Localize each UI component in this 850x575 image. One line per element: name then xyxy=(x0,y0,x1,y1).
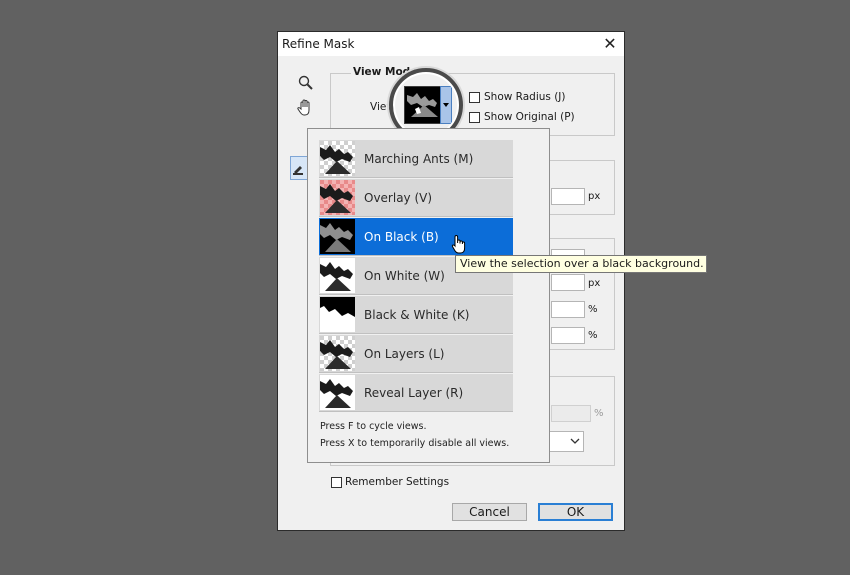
view-item-label: On White (W) xyxy=(364,269,445,283)
show-radius-checkbox[interactable] xyxy=(469,92,480,103)
cancel-button[interactable]: Cancel xyxy=(452,503,527,521)
tooltip: View the selection over a black backgrou… xyxy=(455,255,707,273)
shift-edge-unit: % xyxy=(588,330,598,341)
hand-pointer-cursor-icon xyxy=(450,234,468,256)
zoom-icon[interactable] xyxy=(297,74,315,92)
view-mode-list: Marching Ants (M) Overlay (V) On Black (… xyxy=(319,140,513,413)
view-item-label: Overlay (V) xyxy=(364,191,433,205)
contrast-unit: % xyxy=(588,304,598,315)
view-item-marching-ants[interactable]: Marching Ants (M) xyxy=(319,140,513,178)
view-item-overlay[interactable]: Overlay (V) xyxy=(319,179,513,217)
on-black-thumb-icon xyxy=(320,219,355,254)
overlay-thumb-icon xyxy=(320,180,355,215)
view-item-reveal-layer[interactable]: Reveal Layer (R) xyxy=(319,374,513,412)
view-item-on-layers[interactable]: On Layers (L) xyxy=(319,335,513,373)
marching-ants-thumb-icon xyxy=(320,141,355,176)
feather-unit: px xyxy=(588,278,601,289)
dialog-title: Refine Mask xyxy=(282,37,355,51)
hint-disable-views: Press X to temporarily disable all views… xyxy=(320,438,510,449)
title-bar[interactable]: Refine Mask ✕ xyxy=(278,32,624,56)
view-item-label: Marching Ants (M) xyxy=(364,152,474,166)
view-item-label: On Black (B) xyxy=(364,230,439,244)
on-white-thumb-icon xyxy=(320,258,355,293)
hint-cycle-views: Press F to cycle views. xyxy=(320,421,427,432)
radius-unit: px xyxy=(588,191,601,202)
view-item-black-white[interactable]: Black & White (K) xyxy=(319,296,513,334)
remember-settings-label: Remember Settings xyxy=(345,476,450,488)
contrast-input[interactable] xyxy=(551,301,585,318)
show-original-checkbox[interactable] xyxy=(469,112,480,123)
view-item-label: Black & White (K) xyxy=(364,308,470,322)
radius-input[interactable] xyxy=(551,188,585,205)
show-original-label: Show Original (P) xyxy=(484,111,575,123)
view-item-label: On Layers (L) xyxy=(364,347,445,361)
feather-input[interactable] xyxy=(551,274,585,291)
shift-edge-input[interactable] xyxy=(551,327,585,344)
black-white-thumb-icon xyxy=(320,297,355,332)
ok-button[interactable]: OK xyxy=(538,503,613,521)
view-item-label: Reveal Layer (R) xyxy=(364,386,464,400)
amount-input xyxy=(551,405,591,422)
view-item-on-black[interactable]: On Black (B) xyxy=(319,218,513,256)
hand-icon[interactable] xyxy=(295,98,315,118)
chevron-down-icon xyxy=(570,438,580,444)
view-mode-popup: Marching Ants (M) Overlay (V) On Black (… xyxy=(307,128,550,463)
close-button[interactable]: ✕ xyxy=(596,32,624,56)
reveal-layer-thumb-icon xyxy=(320,375,355,410)
on-layers-thumb-icon xyxy=(320,336,355,371)
output-to-select[interactable] xyxy=(545,431,584,452)
refine-radius-icon[interactable] xyxy=(290,156,308,180)
amount-unit: % xyxy=(594,408,604,419)
remember-settings-checkbox[interactable] xyxy=(331,477,342,488)
show-radius-label: Show Radius (J) xyxy=(484,91,566,103)
